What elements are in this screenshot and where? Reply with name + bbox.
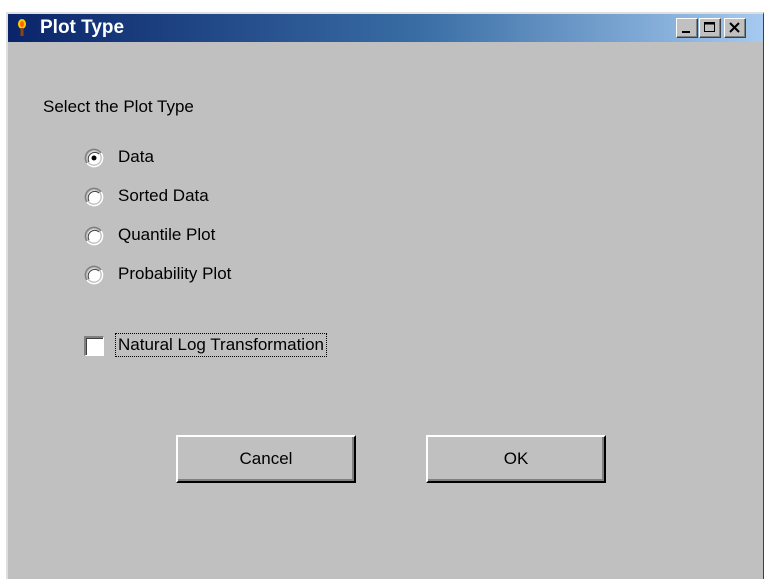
radio-unselected-icon [84,265,104,285]
title-bar[interactable]: Plot Type [8,14,763,42]
radio-selected-icon [84,148,104,168]
close-icon [729,22,740,33]
checkbox-box[interactable] [84,336,104,356]
radio-label-data: Data [118,147,154,166]
plot-type-dialog: Plot Type Select the Plot Type Data Sort… [6,12,764,579]
torch-icon [18,19,26,36]
radio-label-sorted-data: Sorted Data [118,186,209,205]
radio-label-quantile-plot: Quantile Plot [118,225,216,244]
plot-type-heading: Select the Plot Type [43,97,194,116]
minimize-icon [682,31,690,33]
cancel-button[interactable]: Cancel [176,435,356,483]
window-title: Plot Type [40,17,125,38]
radio-unselected-icon [84,187,104,207]
radio-unselected-icon [84,226,104,246]
checkbox-label: Natural Log Transformation [115,333,327,357]
maximize-button[interactable] [699,18,721,38]
maximize-icon [704,22,715,32]
ok-button[interactable]: OK [426,435,606,483]
close-button[interactable] [724,18,746,38]
minimize-button[interactable] [676,18,698,38]
radio-label-probability-plot: Probability Plot [118,264,232,283]
